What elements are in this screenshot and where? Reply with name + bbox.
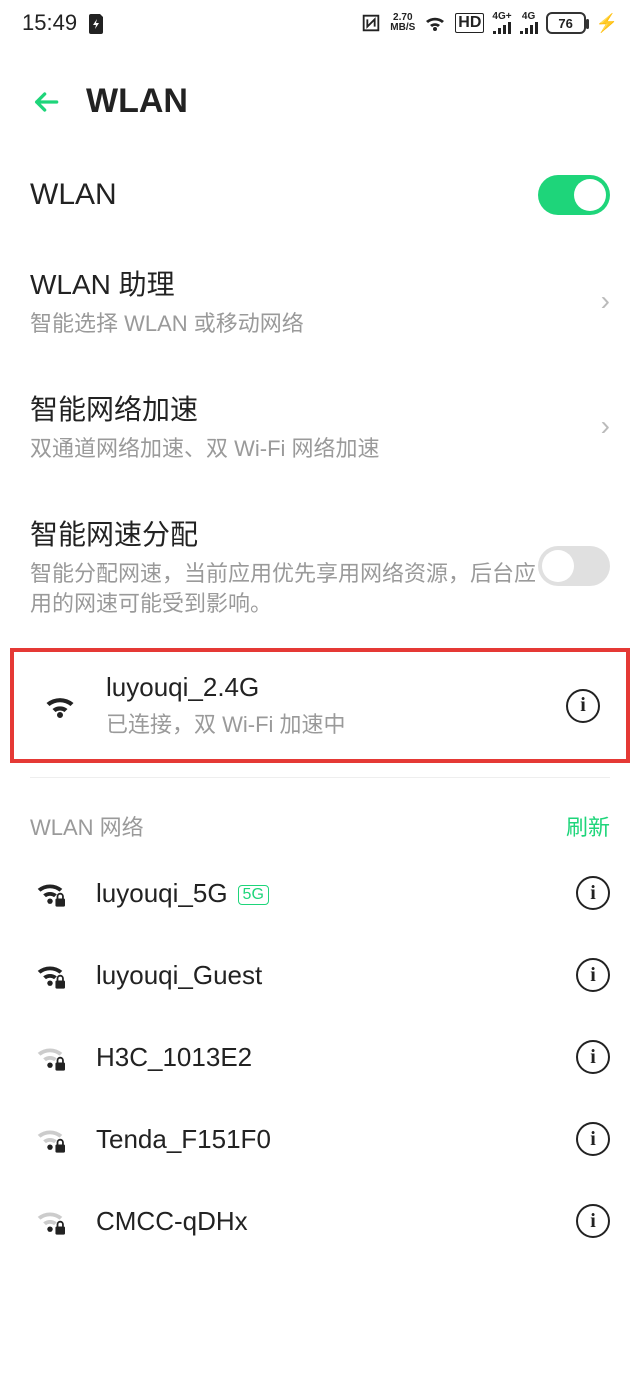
- networks-section-header: WLAN 网络 刷新: [0, 792, 640, 852]
- network-row[interactable]: H3C_1013E2 i: [0, 1016, 640, 1098]
- networks-label: WLAN 网络: [30, 810, 144, 842]
- back-arrow-icon[interactable]: [30, 86, 62, 118]
- network-info-button[interactable]: i: [576, 958, 610, 992]
- hd-icon: HD: [455, 13, 484, 33]
- network-row[interactable]: CMCC-qDHx i: [0, 1180, 640, 1262]
- chevron-right-icon: ›: [591, 410, 610, 442]
- speed-alloc-toggle[interactable]: [538, 546, 610, 586]
- network-row[interactable]: luyouqi_Guest i: [0, 934, 640, 1016]
- connected-network-highlight: luyouqi_2.4G 已连接，双 Wi-Fi 加速中 i: [10, 648, 630, 763]
- status-bar: 15:49 2.70 MB/S HD 4G+ 4G 76 ⚡: [0, 0, 640, 42]
- network-row[interactable]: Tenda_F151F0 i: [0, 1098, 640, 1180]
- band-badge: 5G: [238, 885, 269, 905]
- network-info-button[interactable]: i: [576, 1122, 610, 1156]
- refresh-button[interactable]: 刷新: [566, 810, 610, 842]
- row-subtitle: 双通道网络加速、双 Wi-Fi 网络加速: [30, 434, 591, 465]
- row-subtitle: 智能分配网速，当前应用优先享用网络资源，后台应用的网速可能受到影响。: [30, 559, 538, 621]
- net-speed: 2.70 MB/S: [390, 13, 415, 33]
- row-title: WLAN 助理: [30, 263, 591, 303]
- smart-speed-alloc-row[interactable]: 智能网速分配 智能分配网速，当前应用优先享用网络资源，后台应用的网速可能受到影响…: [30, 489, 610, 645]
- battery-icon: 76: [546, 12, 586, 34]
- chevron-right-icon: ›: [591, 285, 610, 317]
- page-header: WLAN: [0, 42, 640, 151]
- wifi-status-icon: [423, 13, 447, 33]
- network-info-button[interactable]: i: [576, 1040, 610, 1074]
- row-subtitle: 智能选择 WLAN 或移动网络: [30, 309, 591, 340]
- networks-list: luyouqi_5G5Giluyouqi_GuestiH3C_1013E2iTe…: [0, 852, 640, 1262]
- network-row[interactable]: luyouqi_5G5G i: [0, 852, 640, 934]
- smart-network-accel-row[interactable]: 智能网络加速 双通道网络加速、双 Wi-Fi 网络加速 ›: [30, 364, 610, 489]
- row-title: 智能网络加速: [30, 388, 591, 428]
- wlan-toggle-switch[interactable]: [538, 175, 610, 215]
- wifi-strong-lock-icon: [30, 960, 70, 990]
- wifi-weak-lock-icon: [30, 1124, 70, 1154]
- wifi-strong-lock-icon: [30, 878, 70, 908]
- signal-2: 4G: [520, 12, 538, 34]
- network-info-button[interactable]: i: [566, 689, 600, 723]
- signal-1: 4G+: [492, 12, 511, 34]
- battery-saver-icon: [87, 12, 105, 34]
- network-info-button[interactable]: i: [576, 876, 610, 910]
- divider: [30, 777, 610, 778]
- network-status: 已连接，双 Wi-Fi 加速中: [106, 707, 540, 739]
- wifi-strong-icon: [40, 691, 80, 721]
- row-title: 智能网速分配: [30, 513, 538, 553]
- wlan-label: WLAN: [30, 178, 117, 212]
- network-info-button[interactable]: i: [576, 1204, 610, 1238]
- network-name: Tenda_F151F0: [96, 1124, 550, 1155]
- nfc-icon: [360, 12, 382, 34]
- wifi-weak-lock-icon: [30, 1206, 70, 1236]
- wlan-assistant-row[interactable]: WLAN 助理 智能选择 WLAN 或移动网络 ›: [30, 239, 610, 364]
- network-name: CMCC-qDHx: [96, 1206, 550, 1237]
- connected-network-row[interactable]: luyouqi_2.4G 已连接，双 Wi-Fi 加速中: [106, 672, 540, 739]
- charging-icon: ⚡: [596, 13, 618, 34]
- network-name: luyouqi_5G5G: [96, 878, 550, 909]
- network-name: luyouqi_Guest: [96, 960, 550, 991]
- network-name: H3C_1013E2: [96, 1042, 550, 1073]
- status-time: 15:49: [22, 10, 77, 36]
- wifi-weak-lock-icon: [30, 1042, 70, 1072]
- network-name: luyouqi_2.4G: [106, 672, 540, 703]
- wlan-master-toggle-row[interactable]: WLAN: [30, 151, 610, 239]
- page-title: WLAN: [86, 82, 188, 121]
